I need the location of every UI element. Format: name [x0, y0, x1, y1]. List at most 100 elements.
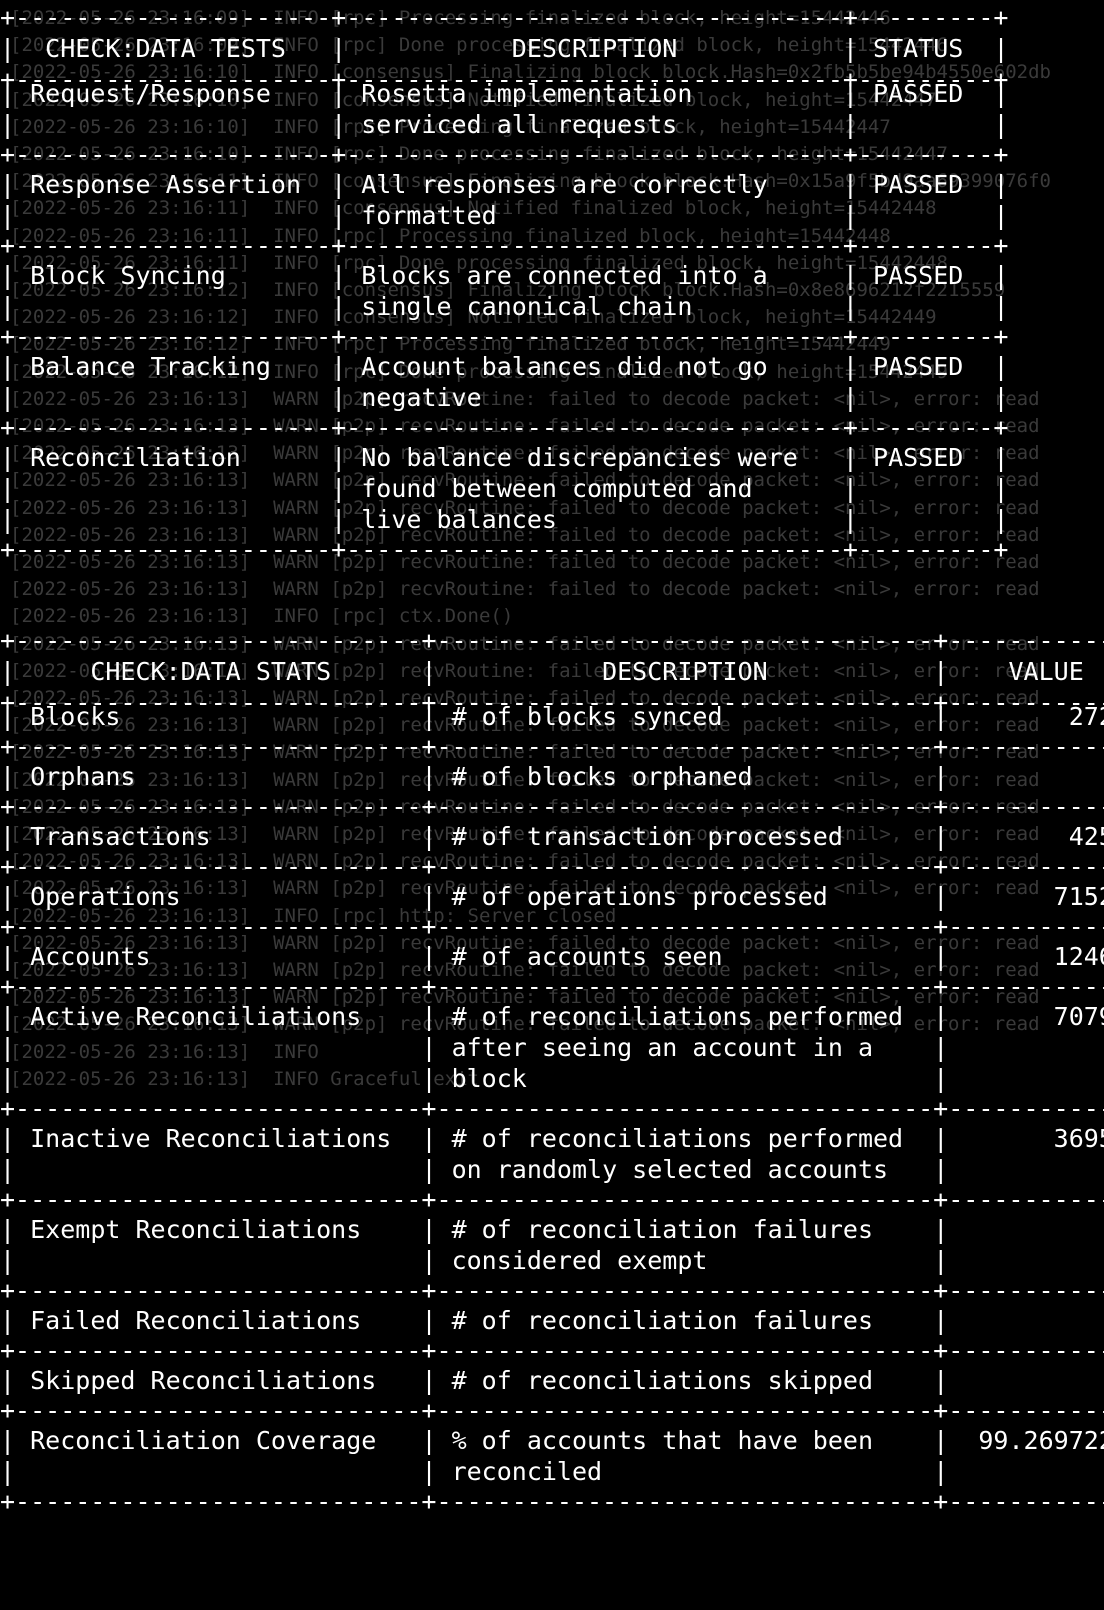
row-name	[15, 110, 331, 139]
cell-divider: |	[933, 1033, 949, 1062]
cell-divider: |	[993, 292, 1009, 321]
table-row: +---------------------------+-----------…	[0, 971, 1104, 1003]
table-row: +---------------------------+-----------…	[0, 1275, 1104, 1307]
table-border: +---------------------+-----------------…	[0, 140, 1009, 169]
row-description: # of blocks synced	[436, 702, 934, 731]
row-name: Active Reconciliations	[15, 1002, 422, 1031]
cell-divider: |	[0, 1457, 16, 1486]
table-border: +---------------------------+-----------…	[0, 1396, 1104, 1425]
row-value	[948, 1457, 1104, 1486]
cell-divider: |	[933, 822, 949, 851]
status-badge	[858, 474, 993, 503]
cell-divider: |	[0, 1246, 16, 1275]
table-row: | Skipped Reconciliations | # of reconci…	[0, 1365, 1104, 1397]
cell-divider: |	[933, 882, 949, 911]
cell-divider: |	[0, 1215, 16, 1244]
row-value: 0	[948, 1215, 1104, 1244]
cell-divider: |	[0, 822, 16, 851]
cell-divider: |	[842, 261, 858, 290]
row-value	[948, 1064, 1104, 1093]
cell-divider: |	[842, 292, 858, 321]
table-row: | Balance Tracking | Account balances di…	[0, 351, 1104, 383]
terminal-window[interactable]: [2022-05-26 23:16:09] INFO [rpc] Process…	[0, 0, 1104, 1610]
row-description: block	[436, 1064, 934, 1093]
table-row: | | single canonical chain | |	[0, 291, 1104, 323]
status-badge: PASSED	[857, 170, 994, 199]
row-description: Account balances did not go	[346, 352, 843, 381]
table-row: | | formatted | |	[0, 200, 1104, 232]
status-badge	[858, 110, 993, 139]
table-border: +---------------------------+-----------…	[0, 972, 1104, 1001]
cell-divider: |	[331, 505, 347, 534]
cell-divider: |	[331, 443, 347, 472]
table-row: | Reconciliation Coverage | % of account…	[0, 1425, 1104, 1457]
cell-divider: |	[842, 110, 858, 139]
cell-divider: |	[842, 474, 858, 503]
cell-divider: |	[0, 383, 16, 412]
cell-divider: |	[933, 1426, 949, 1455]
row-description: reconciled	[436, 1457, 934, 1486]
cell-divider: |	[993, 110, 1009, 139]
cell-divider: |	[842, 352, 858, 381]
cell-divider: |	[993, 201, 1009, 230]
cell-divider: |	[993, 79, 1009, 108]
cell-divider: |	[421, 702, 437, 731]
cell-divider: |	[421, 1124, 437, 1153]
row-description: considered exempt	[436, 1246, 934, 1275]
cell-divider: |	[933, 1246, 949, 1275]
column-header: DESCRIPTION	[436, 657, 934, 686]
row-name	[15, 1457, 421, 1486]
table-border: +---------------------------+-----------…	[0, 732, 1104, 761]
row-name: Reconciliation	[15, 443, 332, 472]
cell-divider: |	[0, 261, 16, 290]
status-badge: PASSED	[857, 352, 994, 381]
row-description: All responses are correctly	[346, 170, 843, 199]
cell-divider: |	[993, 383, 1009, 412]
cell-divider: |	[842, 505, 858, 534]
cell-divider: |	[421, 762, 437, 791]
cell-divider: |	[421, 1366, 437, 1395]
table-row: | Operations | # of operations processed…	[0, 881, 1104, 913]
table-row: +---------------------------+-----------…	[0, 1184, 1104, 1216]
table-row: +---------------------+-----------------…	[0, 321, 1104, 353]
cell-divider: |	[0, 1306, 16, 1335]
row-value: 0	[948, 1306, 1104, 1335]
cell-divider: |	[421, 1033, 437, 1062]
cell-divider: |	[933, 1002, 949, 1031]
cell-divider: |	[0, 170, 16, 199]
table-border: +---------------------------+-----------…	[0, 792, 1104, 821]
cell-divider: |	[331, 352, 347, 381]
table-row: | Transactions | # of transaction proces…	[0, 821, 1104, 853]
table-row: +---------------------------+-----------…	[0, 731, 1104, 763]
row-name: Reconciliation Coverage	[15, 1426, 422, 1455]
row-description: # of transaction processed	[436, 822, 934, 851]
cell-divider: |	[421, 1155, 437, 1184]
row-value: 36956	[1053, 1124, 1104, 1153]
cell-divider: |	[421, 822, 437, 851]
cell-divider: |	[933, 1155, 949, 1184]
row-description: Rosetta implementation	[346, 79, 843, 108]
cell-divider: |	[331, 110, 347, 139]
table-border: +---------------------+-----------------…	[0, 322, 1009, 351]
row-description: # of reconciliations skipped	[436, 1366, 934, 1395]
cell-divider: |	[421, 1215, 437, 1244]
row-name: Inactive Reconciliations	[15, 1124, 422, 1153]
column-header: CHECK:DATA TESTS	[15, 34, 332, 63]
table-row: | Exempt Reconciliations | # of reconcil…	[0, 1214, 1104, 1246]
cell-divider: |	[331, 201, 347, 230]
row-value: 0	[948, 1366, 1104, 1395]
cell-divider: |	[331, 79, 347, 108]
cell-divider: |	[933, 1215, 949, 1244]
table-row: | | found between computed and | |	[0, 473, 1104, 505]
table-border: +---------------------------+-----------…	[0, 912, 1104, 941]
table-row: | | live balances | |	[0, 504, 1104, 536]
table-row: +---------------------+-----------------…	[0, 412, 1104, 444]
table-border: +---------------------------+-----------…	[0, 626, 1104, 655]
row-name: Skipped Reconciliations	[15, 1366, 422, 1395]
cell-divider: |	[933, 1064, 949, 1093]
row-description: # of reconciliation failures	[436, 1215, 934, 1244]
table-row: | Failed Reconciliations | # of reconcil…	[0, 1305, 1104, 1337]
row-description: formatted	[346, 201, 843, 230]
row-value: 2728	[1068, 702, 1104, 731]
cell-divider: |	[933, 657, 949, 686]
